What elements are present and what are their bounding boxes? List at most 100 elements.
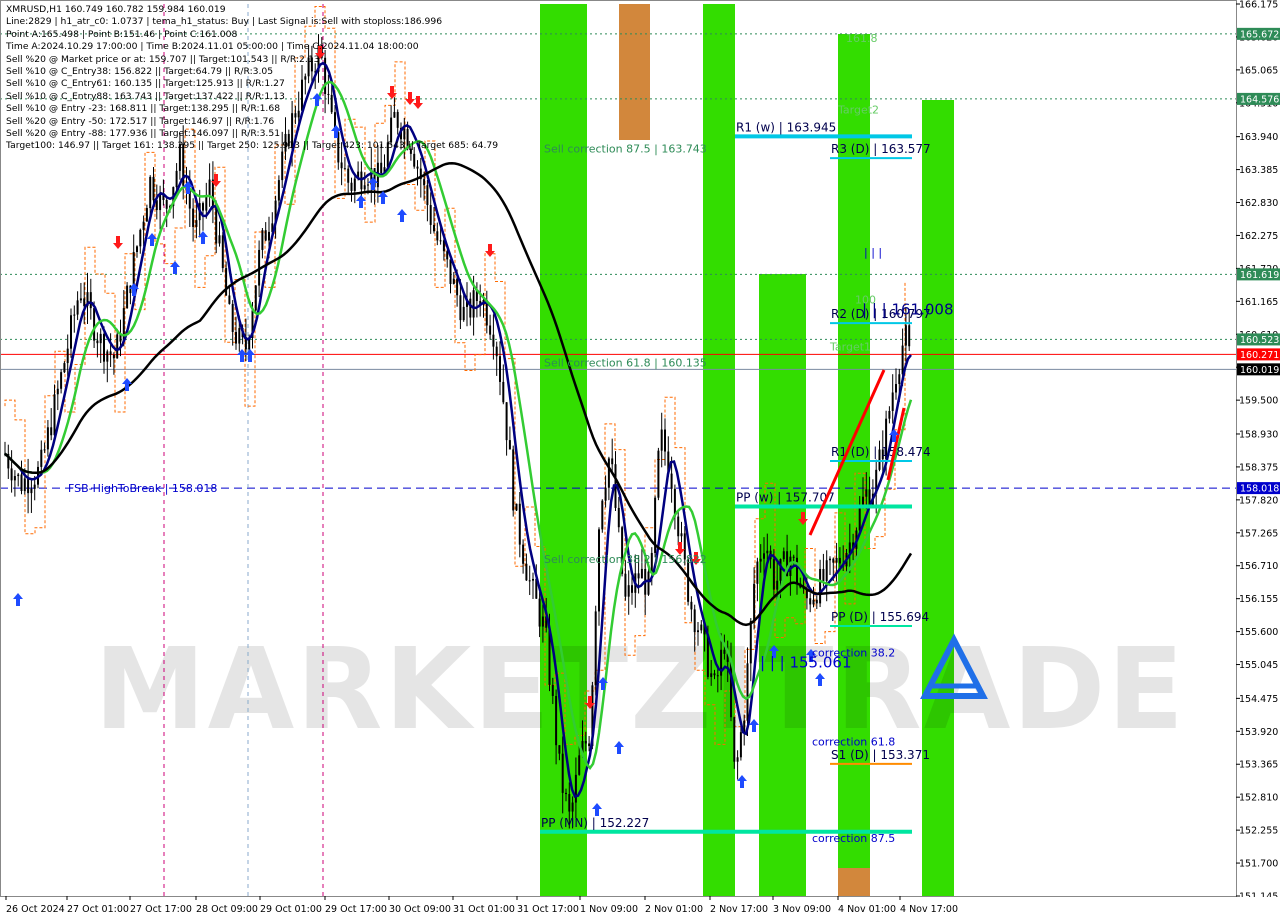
candle-body [192, 208, 195, 227]
candle-body [73, 314, 76, 316]
candle-body [495, 346, 498, 357]
price-badge-label: 165.672 [1240, 29, 1279, 40]
sell-arrow-icon [113, 236, 123, 249]
candle-body [522, 544, 525, 564]
level-label: PP (D) | 155.694 [831, 610, 929, 624]
candle-body [347, 168, 350, 183]
candle-body [555, 695, 558, 746]
candle-body [40, 449, 43, 467]
buy-arrow-icon [170, 261, 180, 274]
info-line: Sell %20 @ Market price or at: 159.707 |… [6, 53, 320, 65]
price-tick-label: 157.265 [1239, 528, 1278, 539]
orange-band [619, 4, 650, 140]
candle-body [261, 230, 264, 250]
candle-body [221, 235, 224, 269]
candle-body [670, 473, 673, 489]
level-label: PP (MN) | 152.227 [541, 816, 649, 830]
candle-body [512, 449, 515, 511]
candle-body [838, 557, 841, 564]
candle-body [109, 351, 112, 355]
price-tick-label: 153.365 [1239, 760, 1278, 771]
candle-body [763, 553, 765, 559]
candle-body [238, 328, 241, 344]
candle-body [829, 558, 831, 561]
info-line: Line:2829 | h1_atr_c0: 1.0737 | tema_h1_… [6, 16, 443, 28]
candle-body [439, 240, 442, 242]
candle-body [891, 392, 894, 411]
candle-body [254, 285, 257, 311]
buy-arrow-icon [592, 803, 602, 816]
level-label: R3 (D) | 163.577 [831, 142, 931, 156]
candle-body [664, 429, 666, 452]
candle-body [713, 673, 716, 676]
candle-body [281, 151, 284, 181]
candle-body [268, 231, 270, 241]
candle-body [462, 306, 465, 321]
orange-band [838, 868, 870, 896]
info-panel: XMRUSD,H1 160.749 160.782 159.984 160.01… [6, 4, 498, 153]
candle-body [353, 178, 356, 191]
candle-body [215, 208, 218, 244]
candle-body [60, 372, 63, 389]
green-band [703, 4, 735, 896]
candle-body [538, 598, 541, 627]
annotation-label: correction 61.8 [812, 735, 895, 748]
candle-body [607, 458, 610, 488]
candle-body [96, 340, 99, 344]
candle-body [551, 684, 554, 696]
candle-body [53, 394, 56, 436]
annotation-label: Target1 [829, 341, 871, 354]
candle-body [753, 583, 756, 621]
candle-body [680, 533, 683, 537]
annotation-label: Sell correction 87.5 | 163.743 [544, 142, 707, 155]
candle-body [895, 384, 897, 393]
candle-body [142, 221, 145, 230]
time-tick-label: 27 Oct 17:00 [130, 904, 192, 915]
candle-body [452, 278, 455, 284]
candle-body [518, 503, 521, 545]
sell-arrow-icon [485, 244, 495, 257]
candle-body [677, 516, 680, 537]
candle-body [79, 298, 82, 301]
time-tick-label: 30 Oct 09:00 [389, 904, 451, 915]
annotation-label: Sell correction 38.2 | 156.822 [544, 553, 707, 566]
candle-body [700, 624, 703, 631]
candle-body [43, 449, 46, 451]
candle-body [202, 203, 204, 211]
candle-body [83, 298, 86, 307]
info-line: Time A:2024.10.29 17:00:00 | Time B:2024… [6, 41, 419, 53]
candle-body [30, 488, 33, 494]
price-tick-label: 151.700 [1239, 859, 1278, 870]
candle-body [792, 556, 795, 558]
candle-body [99, 333, 102, 344]
candle-body [733, 717, 736, 762]
candle-body [17, 474, 20, 477]
price-tick-label: 152.810 [1239, 793, 1278, 804]
buy-arrow-icon [13, 593, 23, 606]
price-tick-label: 156.155 [1239, 594, 1278, 605]
candle-body [456, 278, 459, 296]
candle-body [693, 609, 696, 633]
candle-body [865, 489, 868, 497]
time-tick-label: 2 Nov 01:00 [645, 904, 703, 915]
candle-body [46, 427, 49, 450]
price-badge-label: 160.523 [1240, 335, 1279, 346]
candle-body [819, 568, 822, 604]
candle-body [749, 620, 752, 664]
time-tick-label: 28 Oct 09:00 [196, 904, 258, 915]
candle-body [822, 568, 825, 581]
price-tick-label: 158.930 [1239, 429, 1278, 440]
candle-body [149, 176, 152, 209]
candle-body [739, 732, 742, 758]
candle-body [601, 500, 604, 530]
candle-body [505, 402, 508, 441]
candle-body [423, 179, 426, 186]
band-gap [759, 4, 806, 274]
candle-body [205, 196, 208, 211]
time-tick-label: 26 Oct 2024 [6, 904, 65, 915]
level-label: R1 (w) | 163.945 [736, 120, 836, 134]
price-tick-label: 165.065 [1239, 65, 1278, 76]
price-tick-label: 153.920 [1239, 727, 1278, 738]
info-line: Sell %20 @ Entry -50: 172.517 || Target:… [6, 115, 275, 127]
candle-body [584, 740, 587, 744]
